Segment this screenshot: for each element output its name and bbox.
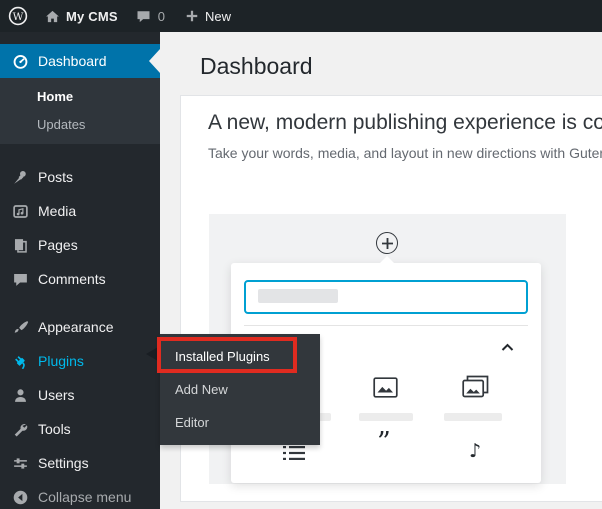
card-notch [380, 256, 394, 263]
sidebar-item-label: Appearance [38, 319, 114, 335]
sidebar-item-label: Settings [38, 455, 89, 471]
flyout-item-add-new[interactable]: Add New [160, 373, 320, 406]
home-icon [45, 9, 60, 24]
sidebar-item-comments[interactable]: Comments [0, 262, 160, 296]
sidebar-item-label: Tools [38, 421, 71, 437]
block-label-bar [444, 413, 502, 421]
sidebar-item-settings[interactable]: Settings [0, 446, 160, 480]
sidebar-item-media[interactable]: Media [0, 194, 160, 228]
sidebar-item-label: Users [38, 387, 75, 403]
submenu-item-home[interactable]: Home [0, 82, 160, 110]
submenu-item-updates[interactable]: Updates [0, 110, 160, 138]
welcome-subtitle: Take your words, media, and layout in ne… [208, 145, 602, 161]
flyout-item-editor[interactable]: Editor [160, 406, 320, 439]
new-label: New [205, 9, 231, 24]
list-block-icon[interactable] [283, 445, 305, 466]
sidebar-item-label: Comments [38, 271, 106, 287]
sidebar-item-pages[interactable]: Pages [0, 228, 160, 262]
sidebar-item-plugins[interactable]: Plugins [0, 344, 160, 378]
sidebar-item-label: Plugins [38, 353, 84, 369]
sidebar-item-tools[interactable]: Tools [0, 412, 160, 446]
sidebar-item-users[interactable]: Users [0, 378, 160, 412]
plugins-flyout-menu: Installed Plugins Add New Editor [160, 334, 320, 445]
chevron-up-icon[interactable] [501, 339, 514, 357]
add-block-icon [376, 232, 398, 254]
sidebar-item-label: Dashboard [38, 53, 107, 69]
wrench-icon [10, 419, 30, 439]
page-title: Dashboard [160, 32, 602, 82]
image-block-icon[interactable] [373, 377, 398, 403]
sidebar-item-label: Pages [38, 237, 78, 253]
svg-text:W: W [13, 11, 24, 23]
comments-shortcut[interactable]: 0 [136, 0, 165, 32]
placeholder-bar [258, 289, 338, 303]
block-search-input[interactable] [244, 280, 528, 314]
audio-block-icon[interactable]: ♪ [469, 442, 481, 461]
block-label-bar [359, 413, 413, 421]
sidebar-item-label: Media [38, 203, 76, 219]
dashboard-icon [10, 51, 30, 71]
sidebar-item-label: Posts [38, 169, 73, 185]
new-content-button[interactable]: New [185, 0, 231, 32]
site-menu[interactable]: My CMS [45, 0, 118, 32]
gallery-block-icon[interactable] [462, 375, 489, 403]
current-menu-arrow [149, 49, 160, 73]
flyout-item-installed-plugins[interactable]: Installed Plugins [160, 340, 320, 373]
pages-icon [10, 235, 30, 255]
site-name: My CMS [66, 9, 118, 24]
collapse-menu-button[interactable]: Collapse menu [0, 480, 160, 509]
divider [244, 325, 528, 326]
collapse-menu-label: Collapse menu [38, 489, 131, 505]
sliders-icon [10, 453, 30, 473]
sidebar-item-dashboard[interactable]: Dashboard [0, 44, 160, 78]
quote-block-icon[interactable]: ” [377, 429, 391, 456]
wordpress-logo-icon[interactable]: W [8, 0, 28, 32]
collapse-arrow-icon [10, 487, 30, 507]
admin-bar: W My CMS 0 New [0, 0, 602, 32]
media-icon [10, 201, 30, 221]
comment-bubble-icon [136, 9, 151, 24]
paintbrush-icon [10, 317, 30, 337]
welcome-title: A new, modern publishing experience is c… [208, 111, 602, 135]
user-icon [10, 385, 30, 405]
sidebar-item-posts[interactable]: Posts [0, 160, 160, 194]
sidebar-separator [0, 144, 160, 160]
admin-sidebar: Dashboard Home Updates Posts [0, 32, 160, 509]
comments-icon [10, 269, 30, 289]
sidebar-item-appearance[interactable]: Appearance [0, 310, 160, 344]
flyout-arrow [146, 347, 158, 361]
plug-icon [10, 351, 30, 371]
pushpin-icon [10, 167, 30, 187]
comment-count: 0 [158, 9, 165, 24]
plus-icon [185, 9, 199, 23]
sidebar-separator [0, 296, 160, 310]
dashboard-submenu: Home Updates [0, 78, 160, 144]
